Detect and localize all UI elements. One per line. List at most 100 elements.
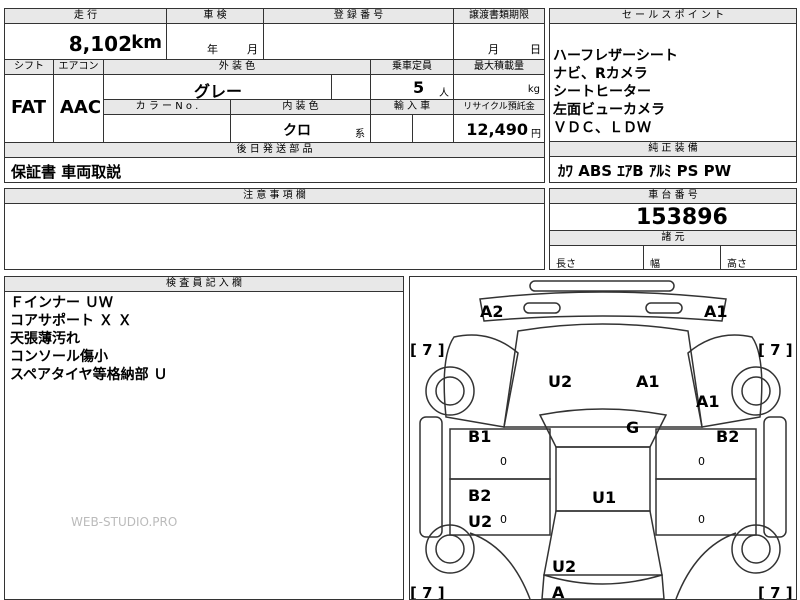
mark-a1-right: A1 [696,392,720,411]
tire-left-bottom: [ 7 ] [410,584,445,599]
notes-label: 注 意 事 項 欄 [4,188,545,204]
interior-color-label: 内 装 色 [230,99,371,115]
inspection-year-unit: 年 [207,43,218,56]
mark-a2-top: A2 [480,302,504,321]
mark-b1-left: B1 [468,427,491,446]
aircon-value: AAC [60,97,102,118]
transfer-cell: 月 日 [453,23,545,60]
inspector-label: 検 査 員 記 入 欄 [4,276,404,292]
exterior-color-label: 外 装 色 [103,59,371,75]
color-no-cell [103,114,231,143]
max-load-unit: kg [527,84,540,95]
left-rear-door-shape [449,478,551,536]
inspection-label: 車 検 [166,8,264,24]
dim-length-cell: 長さ [549,245,644,270]
dim-height-label: 高さ [727,259,747,270]
mileage-value: 8,102 [68,32,132,56]
interior-color-suffix: 系 [355,129,365,140]
exterior-color-sub-cell [331,74,371,100]
mileage-label: 走 行 [4,8,167,24]
max-load-cell: kg [453,74,545,100]
equipment-label: 純 正 装 備 [549,141,797,157]
zero-right-front: 0 [698,455,705,468]
interior-color-cell: クロ 系 [230,114,371,143]
mark-a1-top: A1 [704,302,728,321]
right-front-door-shape [655,428,757,480]
registration-label: 登 録 番 号 [263,8,454,24]
sales-point-line: 左面ビューカメラ [553,102,665,118]
dim-height-cell: 高さ [720,245,797,270]
right-front-fender-shape [687,334,763,428]
windshield-shape [538,408,668,448]
inspector-note: コアサポート Ｘ Ｘ [10,313,132,329]
shift-cell: FAT [4,74,54,143]
capacity-unit: 人 [439,88,449,99]
hood-shape [503,323,703,428]
equipment-cell: ｶﾜ ABS ｴｱB ｱﾙﾐ PS PW [549,156,797,183]
color-no-label: カ ラ ー N o . [103,99,231,115]
tire-right-bottom: [ 7 ] [758,584,793,599]
left-front-fender-shape [443,334,519,428]
inspector-notes-list: Ｆインナー ＵＷ コアサポート Ｘ Ｘ 天張薄汚れ コンソール傷小 スペアタイヤ… [10,294,167,384]
equipment-value: ｶﾜ ABS ｴｱB ｱﾙﾐ PS PW [558,162,732,180]
aircon-label: エアコン [53,59,104,75]
inspector-note: Ｆインナー ＵＷ [10,295,113,311]
aircon-cell: AAC [53,74,104,143]
zero-left-rear: 0 [500,513,507,526]
transfer-label: 譲渡書類期限 [453,8,545,24]
chassis-cell: 153896 [549,203,797,231]
recycle-label: リサイクル預託金 [453,99,545,115]
capacity-label: 乗車定員 [370,59,454,75]
mileage-cell: 8,102 km [4,23,167,60]
inspection-month-unit: 月 [247,43,258,56]
import-cell-a [370,114,413,143]
watermark: WEB-STUDIO.PRO [71,515,178,529]
zero-left-front: 0 [500,455,507,468]
import-label: 輸 入 車 [370,99,454,115]
front-panel-shape [479,291,727,322]
tire-left-top: [ 7 ] [410,341,445,359]
registration-cell [263,23,454,60]
exterior-color-cell: グレー [103,74,332,101]
chassis-label: 車 台 番 号 [549,188,797,204]
import-cell-b [412,114,454,143]
inspection-cell: 年 月 [166,23,264,60]
chassis-value: 153896 [636,205,728,230]
max-load-label: 最大積載量 [453,59,545,75]
inspector-cell: Ｆインナー ＵＷ コアサポート Ｘ Ｘ 天張薄汚れ コンソール傷小 スペアタイヤ… [4,291,404,600]
sales-point-line: シートヒーター [553,84,651,100]
mark-b2-left: B2 [468,486,491,505]
inspector-note: スペアタイヤ等格納部 Ｕ [10,367,168,383]
mark-a1-hood: A1 [636,372,660,391]
shift-label: シフト [4,59,54,75]
sales-points-cell: ハーフレザーシート ナビ、Rカメラ シートヒーター 左面ビューカメラ ＶＤＣ、Ｌ… [549,23,797,142]
capacity-cell: 5 人 [370,74,454,100]
shift-value: FAT [11,97,47,118]
interior-color-value: クロ [283,123,311,139]
later-parts-value: 保証書 車両取説 [11,163,122,181]
tire-right-top: [ 7 ] [758,341,793,359]
front-bumper-shape [529,280,675,292]
later-parts-label: 後 日 発 送 部 品 [4,142,545,158]
mileage-unit: km [131,32,162,53]
sales-point-line: ナビ、Rカメラ [553,66,648,82]
sales-point-line: ＶＤＣ、ＬＤＷ [553,120,651,136]
inspector-note: コンソール傷小 [10,349,108,365]
sales-points-label: セ ー ル ス ポ イ ン ト [549,8,797,24]
recycle-value: 12,490 [466,120,528,139]
mark-u1-roof: U1 [592,488,616,507]
recycle-unit: 円 [531,129,541,140]
transfer-month-unit: 月 [488,43,499,56]
notes-cell [4,203,545,270]
recycle-cell: 12,490 円 [453,114,545,143]
car-diagram-frame: A2 A1 U2 A1 A1 B1 G B2 B2 U1 U2 U2 A [ 7… [409,276,797,600]
sales-point-line: ハーフレザーシート [553,48,678,64]
zero-right-rear: 0 [698,513,705,526]
mark-u2-left: U2 [468,512,492,531]
transfer-day-unit: 日 [530,43,541,56]
car-diagram: A2 A1 U2 A1 A1 B1 G B2 B2 U1 U2 U2 A [ 7… [410,280,793,599]
dimensions-label: 諸 元 [549,230,797,246]
right-rear-door-shape [655,478,757,536]
mark-u2-rear: U2 [552,557,576,576]
left-front-door-shape [449,428,551,480]
